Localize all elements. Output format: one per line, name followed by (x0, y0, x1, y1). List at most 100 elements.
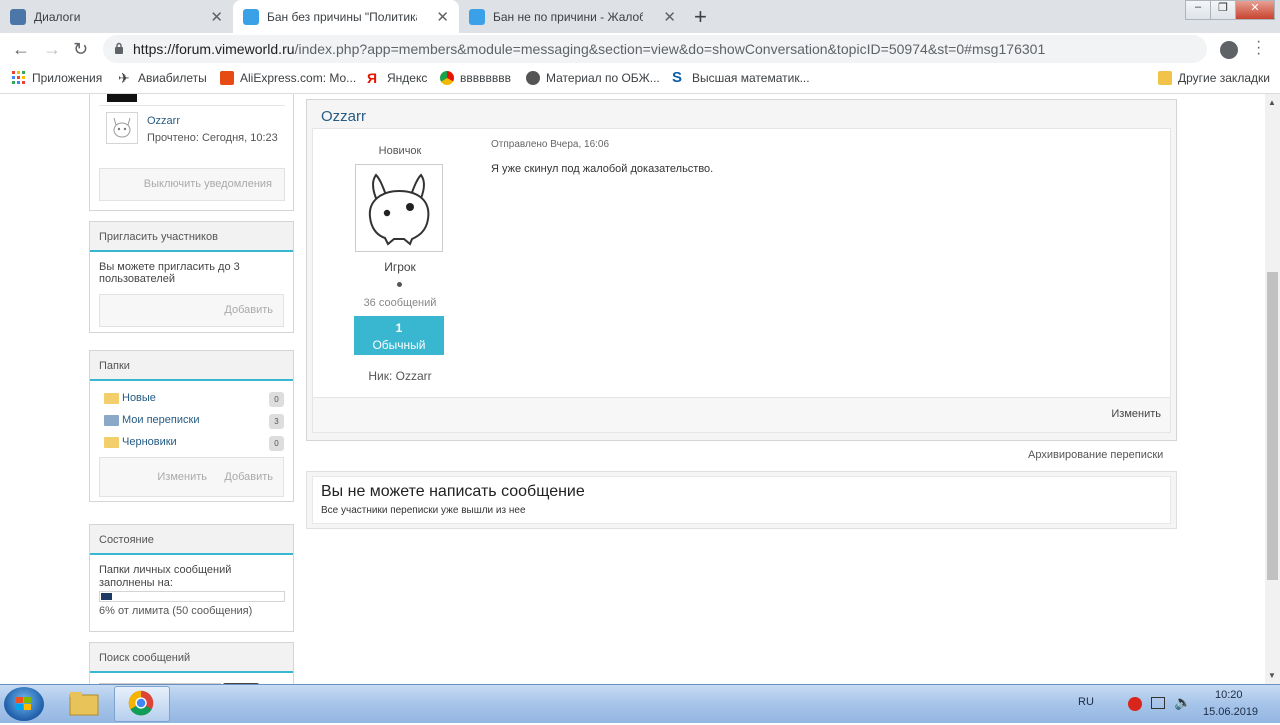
apps-grid-icon (12, 71, 25, 84)
tab-ban-politics[interactable]: Бан без причины "Политика" - V ✕ (233, 0, 459, 33)
vimeworld-favicon-icon (469, 8, 485, 25)
invite-add-button[interactable]: Добавить (99, 294, 284, 327)
author-posts-count: 36 сообщений (363, 297, 437, 309)
participant-avatar (107, 94, 137, 102)
invite-text: Вы можете пригласить до 3 пользователей (99, 261, 240, 285)
colorful-circle-icon (440, 71, 454, 85)
post-author-title[interactable]: Ozzarr (321, 108, 366, 125)
bookmark-label: Авиабилеты (138, 71, 207, 85)
bookmark-obzh[interactable]: Материал по ОБЖ... (526, 71, 660, 85)
windows-logo-icon (16, 697, 31, 710)
disable-notifications-button[interactable]: Выключить уведомления (99, 168, 285, 201)
bookmark-label: AliExpress.com: Мо... (240, 71, 357, 85)
vk-favicon-icon (10, 8, 26, 25)
bookmark-label: вввввввв (460, 71, 511, 85)
clock-time[interactable]: 10:20 (1215, 689, 1243, 701)
network-tray-icon[interactable] (1151, 697, 1165, 709)
folder-icon (1158, 71, 1172, 85)
pip-icon (397, 282, 402, 287)
aliexpress-icon (220, 71, 234, 85)
search-messages-block: Поиск сообщений (89, 642, 294, 684)
author-group: Игрок (384, 260, 416, 274)
chrome-taskbar-button[interactable] (114, 686, 170, 722)
back-arrow-icon[interactable]: ← (12, 39, 30, 60)
browser-tab-strip: Диалоги ✕ Бан без причины "Политика" - V… (0, 0, 1280, 33)
url-path: /index.php?app=members&module=messaging&… (294, 41, 1046, 57)
reputation-badge: 1 Обычный (354, 316, 444, 355)
invite-title: Пригласить участников (90, 222, 293, 252)
lock-icon (115, 42, 123, 54)
post-date: Отправлено Вчера, 16:06 (491, 139, 610, 150)
new-tab-button[interactable]: + (694, 4, 707, 30)
page-content: Ozzarr Прочтено: Сегодня, 10:23 Выключит… (0, 94, 1265, 684)
chrome-icon (128, 690, 154, 716)
bookmark-math[interactable]: S Высшая математик... (672, 70, 810, 85)
cannot-reply-notice: Вы не можете написать сообщение Все учас… (306, 471, 1177, 529)
participant-read-status: Прочтено: Сегодня, 10:23 (147, 132, 278, 144)
participant-avatar[interactable] (106, 112, 138, 144)
archive-conversation-link[interactable]: Архивирование переписки (1028, 449, 1163, 461)
invite-block: Пригласить участников Вы можете пригласи… (89, 221, 294, 333)
author-rank: Новичок (378, 145, 422, 157)
account-icon[interactable] (1220, 41, 1238, 59)
notice-subtitle: Все участники переписки уже вышли из нее (321, 505, 526, 516)
author-nick: Ник: Ozzarr (368, 369, 432, 383)
bookmark-label: Яндекс (387, 71, 428, 85)
scroll-down-icon[interactable]: ▼ (1268, 671, 1276, 680)
bookmark-aliexpress[interactable]: AliExpress.com: Мо... (220, 71, 356, 85)
storage-progress-bar (99, 591, 285, 602)
page-scrollbar[interactable]: ▲ ▼ (1265, 94, 1280, 684)
folders-block: Папки Новые 0 Мои переписки 3 Черновики … (89, 350, 294, 502)
bookmark-vvv[interactable]: вввввввв (440, 71, 511, 85)
notice-title: Вы не можете написать сообщение (321, 483, 585, 500)
folders-add-button[interactable]: Добавить (224, 458, 273, 496)
post-edit-button[interactable]: Изменить (1111, 408, 1161, 420)
bookmark-flights[interactable]: ✈ Авиабилеты (118, 71, 207, 85)
volume-tray-icon[interactable]: 🔈 (1174, 694, 1191, 711)
folder-icon (104, 436, 119, 448)
tab-dialogs[interactable]: Диалоги ✕ (0, 0, 233, 33)
storage-status-block: Состояние Папки личных сообщений заполне… (89, 524, 294, 632)
restore-icon[interactable]: ❐ (1210, 0, 1236, 20)
forward-arrow-icon[interactable]: → (43, 39, 61, 60)
close-tab-icon[interactable]: ✕ (663, 8, 676, 26)
bookmark-yandex[interactable]: Я Яндекс (367, 71, 427, 85)
folder-my-conversations[interactable]: Мои переписки 3 (99, 409, 284, 431)
bookmarks-bar: Приложения ✈ Авиабилеты AliExpress.com: … (0, 66, 1280, 94)
folder-drafts[interactable]: Черновики 0 (99, 431, 284, 453)
bookmark-other[interactable]: Другие закладки (1158, 71, 1270, 85)
folder-icon (104, 392, 119, 404)
scrollbar-thumb[interactable] (1267, 272, 1278, 580)
close-tab-icon[interactable]: ✕ (436, 8, 449, 26)
menu-kebab-icon[interactable]: · · · (1256, 34, 1261, 62)
close-window-icon[interactable]: ✕ (1235, 0, 1275, 20)
clock-date[interactable]: 15.06.2019 (1203, 706, 1258, 718)
bookmark-label: Материал по ОБЖ... (546, 71, 660, 85)
folder-count: 0 (269, 436, 284, 451)
post-body: Я уже скинул под жалобой доказательство. (491, 163, 714, 175)
start-button[interactable] (4, 687, 44, 721)
bookmark-apps[interactable]: Приложения (12, 71, 102, 85)
folder-new[interactable]: Новые 0 (99, 387, 284, 409)
author-avatar[interactable] (355, 164, 443, 252)
minimize-icon[interactable]: – (1185, 0, 1211, 20)
url-host: https://forum.vimeworld.ru (133, 41, 295, 57)
close-tab-icon[interactable]: ✕ (210, 8, 223, 26)
antivirus-tray-icon[interactable] (1128, 697, 1142, 711)
search-title: Поиск сообщений (90, 643, 293, 673)
participant-name[interactable]: Ozzarr (147, 115, 180, 127)
scroll-up-icon[interactable]: ▲ (1268, 98, 1276, 107)
folders-actions: Изменить Добавить (99, 457, 284, 497)
folder-count: 3 (269, 414, 284, 429)
globe-icon (526, 71, 540, 85)
reload-icon[interactable]: ↻ (73, 39, 88, 60)
mail-folder-icon (104, 414, 119, 426)
language-indicator[interactable]: RU (1078, 696, 1094, 708)
status-text: Папки личных сообщений заполнены на: (99, 564, 232, 589)
explorer-taskbar-button[interactable] (56, 686, 112, 722)
tab-ban-complaints[interactable]: Бан не по причини - Жалобы на ✕ (459, 0, 686, 33)
address-bar[interactable]: https://forum.vimeworld.ru/index.php?app… (103, 35, 1207, 63)
browser-toolbar: ← → ↻ https://forum.vimeworld.ru/index.p… (0, 33, 1280, 66)
creature-avatar-icon (113, 117, 131, 138)
folders-edit-button[interactable]: Изменить (157, 458, 207, 496)
